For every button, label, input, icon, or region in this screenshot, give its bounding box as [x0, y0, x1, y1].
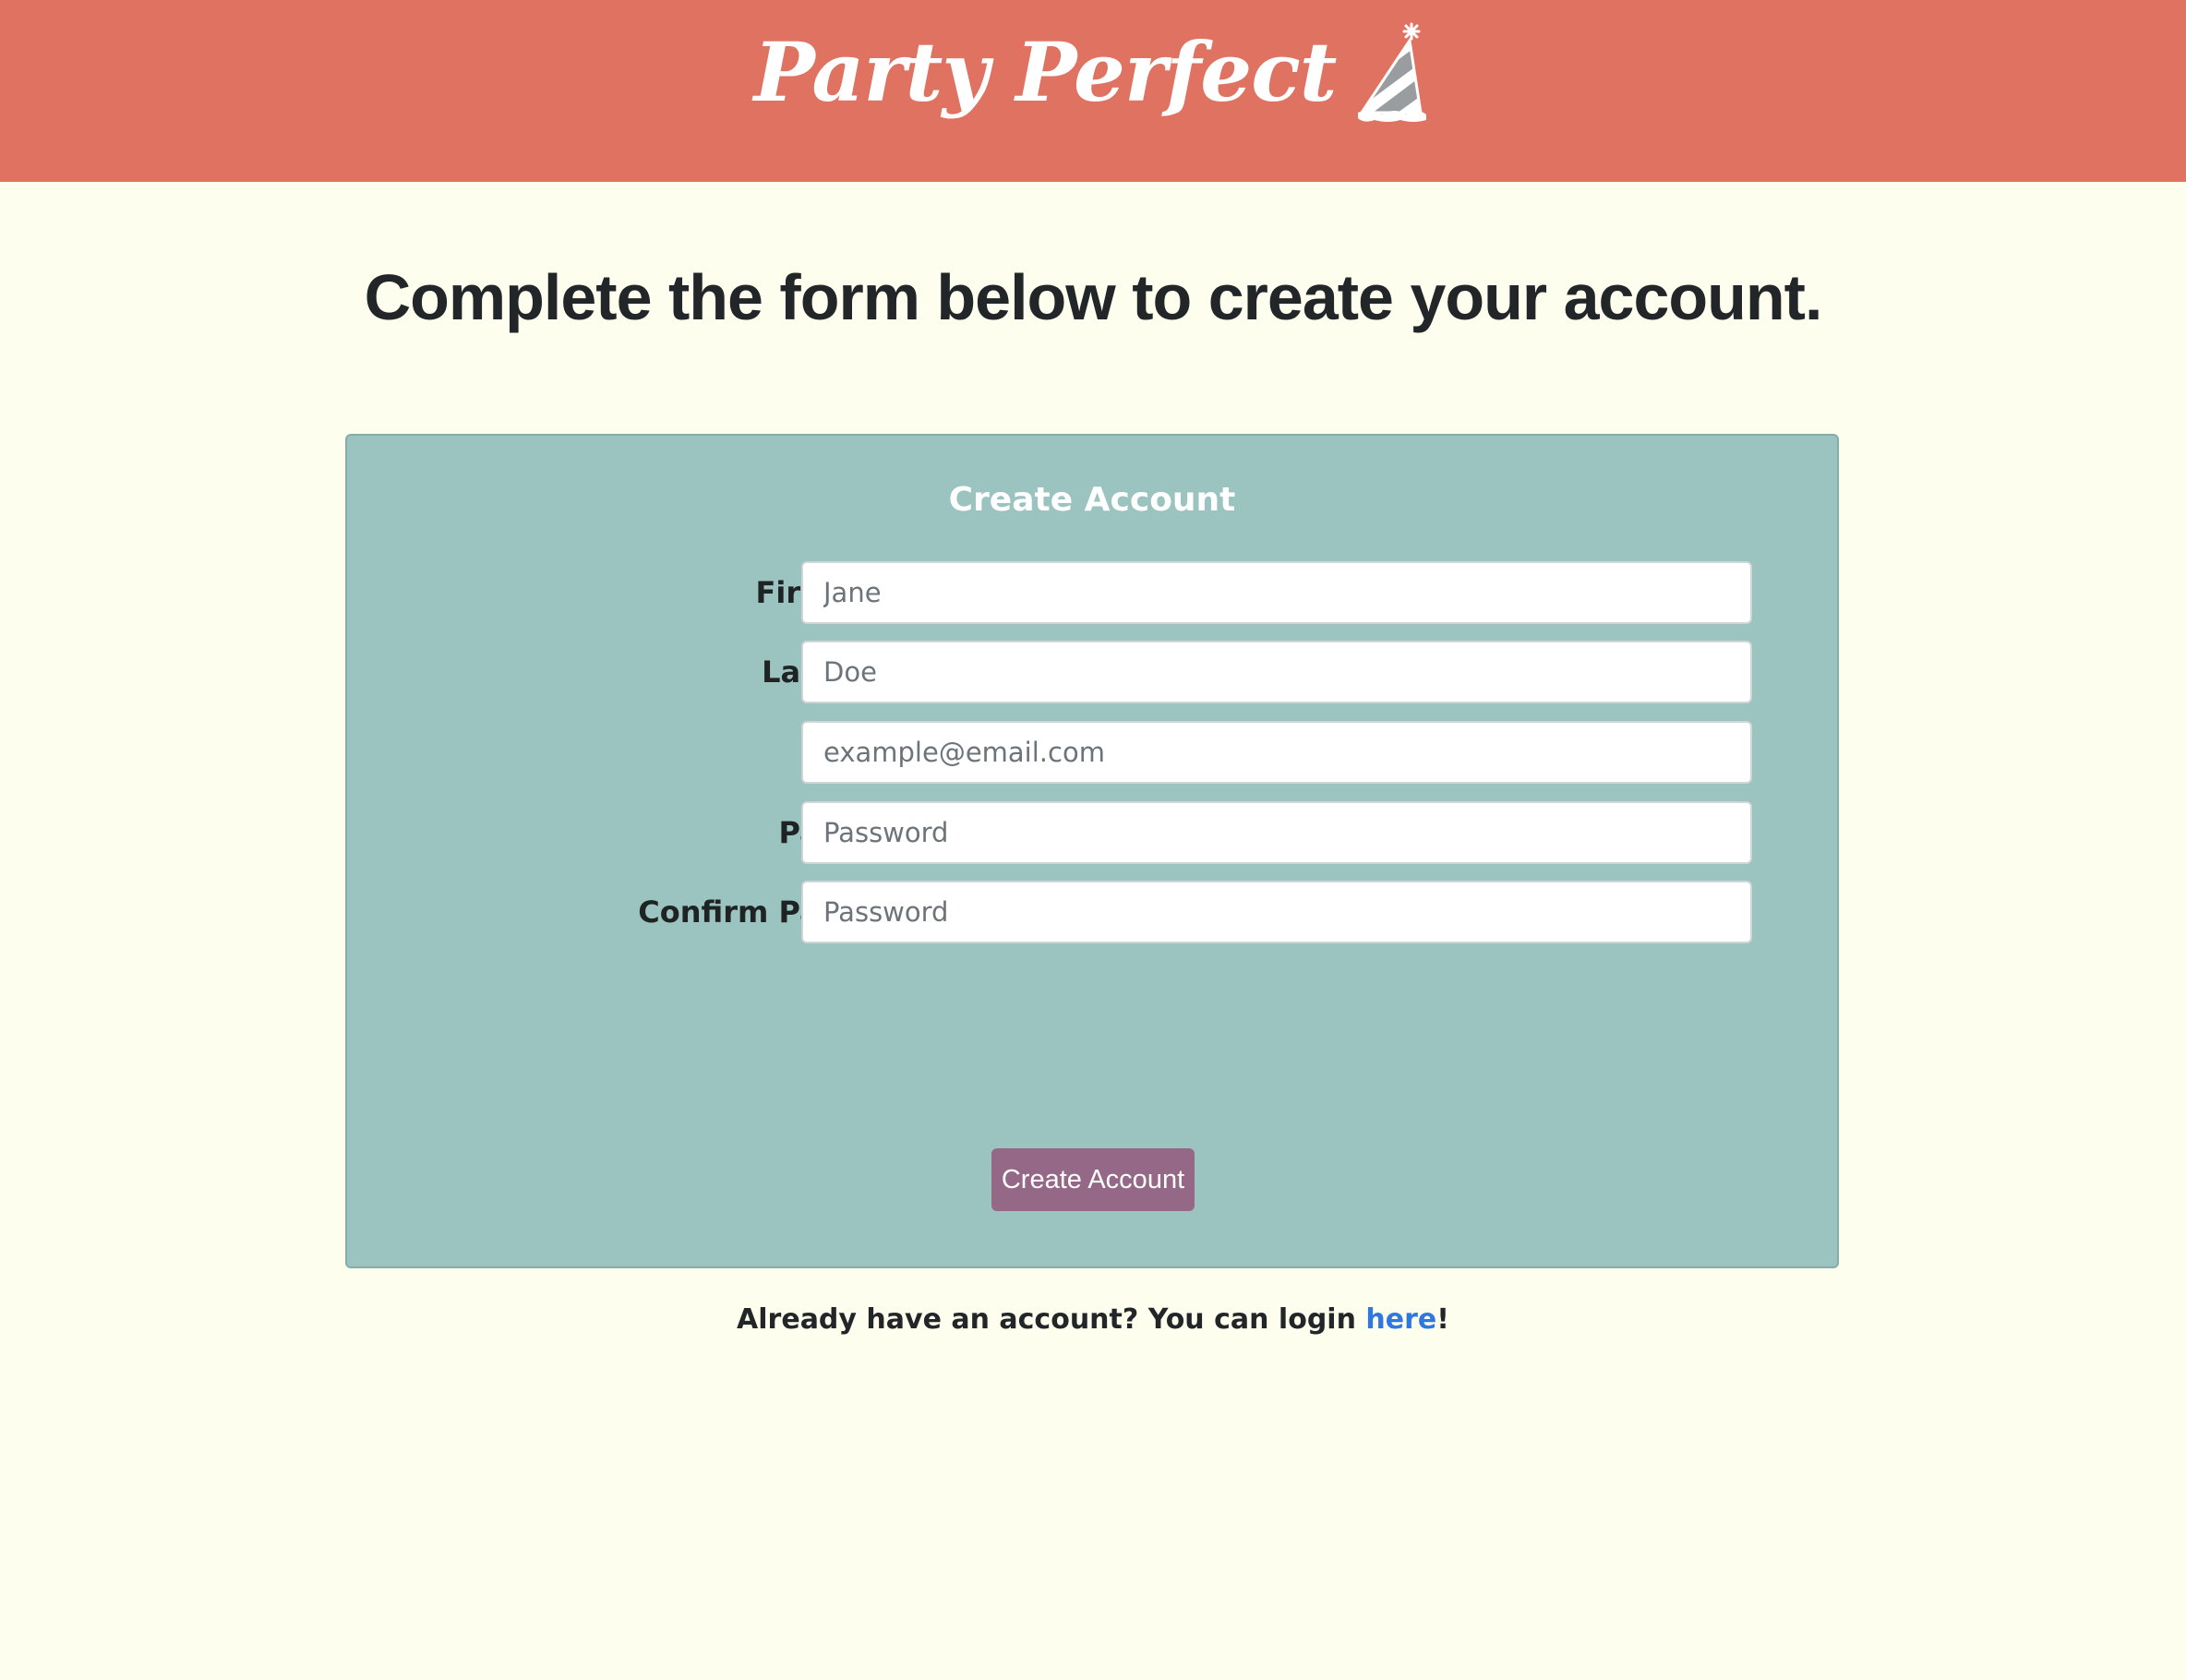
brand-title: Party Perfect	[753, 24, 1338, 120]
login-link[interactable]: here	[1365, 1303, 1436, 1336]
last-name-input[interactable]	[801, 641, 1752, 703]
page-title: Complete the form below to create your a…	[364, 261, 1823, 333]
email-input[interactable]	[801, 721, 1752, 784]
site-header: Party Perfect	[0, 0, 2186, 182]
party-hat-icon	[1358, 22, 1427, 122]
login-prompt: Already have an account? You can login h…	[0, 1294, 2186, 1346]
first-name-input[interactable]	[801, 561, 1752, 624]
create-account-button[interactable]: Create Account	[991, 1148, 1195, 1211]
create-account-form: Create Account First Name Last Name Emai…	[345, 434, 1839, 1268]
brand[interactable]: Party Perfect	[0, 17, 2186, 127]
password-input[interactable]	[801, 801, 1752, 864]
login-prompt-suffix: !	[1436, 1303, 1449, 1336]
login-prompt-text: Already have an account? You can login	[737, 1303, 1366, 1336]
form-title: Create Account	[948, 481, 1236, 519]
confirm-password-input[interactable]	[801, 881, 1752, 943]
